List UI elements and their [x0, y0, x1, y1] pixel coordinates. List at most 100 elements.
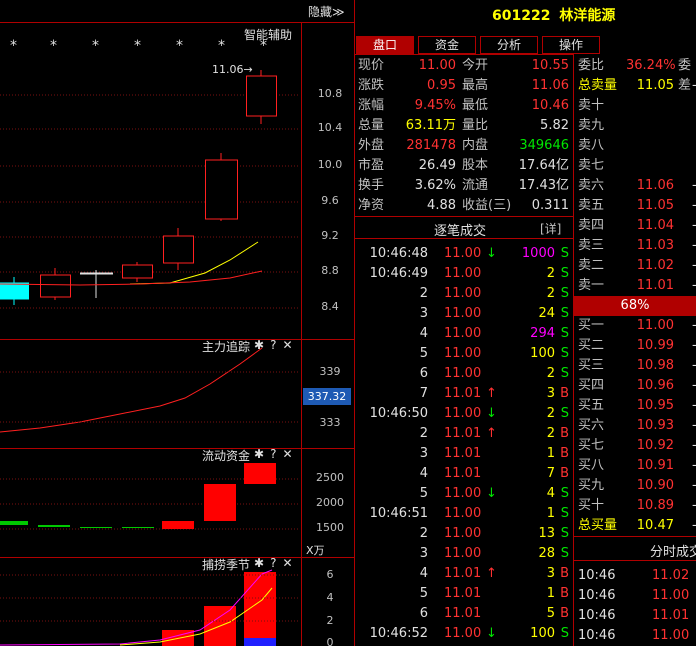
sell-level-row[interactable]: 卖三 11.03 - — [574, 236, 696, 256]
quote-row: 外盘 281478 内盘 349646 — [354, 136, 573, 156]
quote-value: 11.00 — [418, 58, 456, 73]
quote-value: 4.88 — [427, 198, 456, 213]
sell-level-row[interactable]: 卖二 11.02 - — [574, 256, 696, 276]
orderbook-label: 卖八 — [578, 138, 605, 153]
trade-side: S — [560, 346, 569, 361]
minute-price: 11.00 — [652, 628, 690, 643]
trade-time: 3 — [419, 446, 428, 461]
sell-level-row[interactable]: 卖一 11.01 - — [574, 276, 696, 296]
trade-time: 6 — [419, 606, 428, 621]
sell-level-row[interactable]: 卖四 11.04 - — [574, 216, 696, 236]
main-force-chart[interactable] — [0, 340, 302, 448]
trade-price: 11.00 — [444, 546, 482, 561]
trade-price: 11.00 — [444, 486, 482, 501]
minute-price: 11.02 — [652, 568, 690, 583]
buy-level-row[interactable]: 买五 10.95 - — [574, 396, 696, 416]
stock-code: 601222 — [492, 8, 551, 24]
trade-row: 4 11.00 294 S — [354, 324, 573, 344]
quote-value: 26.49 — [418, 158, 456, 173]
tick-label: 1500 — [316, 521, 344, 534]
quote-value: 349646 — [519, 138, 569, 153]
trade-time: 5 — [419, 586, 428, 601]
weibi-field: 委比 — [578, 58, 605, 73]
trades-detail-link[interactable]: [详] — [540, 220, 561, 237]
sell-level-row[interactable]: 卖五 11.05 - — [574, 196, 696, 216]
minute-time: 10:46 — [578, 628, 616, 643]
minute-trades-list[interactable]: 10:46 11.02 10:46 11.00 10:46 11.01 10:46 11.00 — [574, 566, 696, 646]
orderbook-price: 11.01 — [636, 278, 674, 293]
buy-level-row[interactable]: 买八 10.91 - — [574, 456, 696, 476]
trades-list[interactable]: 10:46:48 11.00 ↓ 1000 S 10:46:49 11.00 2 S 2 11.00… — [354, 244, 573, 646]
candle[interactable] — [80, 272, 113, 275]
candle[interactable] — [40, 274, 71, 298]
fishing-season-chart[interactable] — [0, 558, 302, 646]
sell-level-row[interactable]: 卖七 - — [574, 156, 696, 176]
orderbook-label: 卖四 — [578, 218, 605, 233]
total-sell-row[interactable]: 总卖量 11.05 - — [574, 76, 696, 96]
divider — [354, 238, 574, 239]
trade-price: 11.01 — [444, 566, 482, 581]
candle[interactable] — [122, 264, 153, 279]
buy-level-row[interactable]: 买四 10.96 - — [574, 376, 696, 396]
candle[interactable] — [0, 282, 29, 300]
buy-level-row[interactable]: 买一 11.00 - — [574, 316, 696, 336]
orderbook-price: 10.93 — [636, 418, 674, 433]
buy-level-row[interactable]: 买三 10.98 - — [574, 356, 696, 376]
trade-row: 3 11.00 28 S — [354, 544, 573, 564]
quote-value: 17.43亿 — [518, 178, 569, 193]
orderbook-price: - — [682, 156, 696, 176]
volume-placeholder: - — [692, 256, 696, 276]
quote-label: 换手 — [358, 178, 385, 193]
buy-level-row[interactable]: 买七 10.92 - — [574, 436, 696, 456]
orderbook-price: 10.98 — [636, 358, 674, 373]
tab-funds[interactable]: 资金 — [418, 36, 476, 54]
stock-header: 601222 林洋能源 — [492, 5, 615, 25]
candle[interactable] — [246, 75, 277, 117]
sell-level-row[interactable]: 卖九 - — [574, 116, 696, 136]
sell-level-row[interactable]: 卖十 - — [574, 96, 696, 116]
buy-level-row[interactable]: 买二 10.99 - — [574, 336, 696, 356]
tab-pankou[interactable]: 盘口 — [356, 36, 414, 54]
trade-side: S — [560, 526, 569, 541]
trade-time: 7 — [419, 386, 428, 401]
trade-row: 2 11.00 2 S — [354, 284, 573, 304]
arrow-down-icon: ↓ — [486, 486, 497, 501]
orderbook-price: - — [682, 116, 696, 136]
trade-side: S — [560, 406, 569, 421]
trade-side: S — [560, 286, 569, 301]
quote-value: 17.64亿 — [518, 158, 569, 173]
orderbook-price: 10.91 — [636, 458, 674, 473]
total-buy-row[interactable]: 总买量 10.47 - — [574, 516, 696, 536]
unit-label: X万 — [306, 544, 325, 557]
trade-side: S — [560, 266, 569, 281]
sell-level-row[interactable]: 卖六 11.06 - — [574, 176, 696, 196]
trade-volume: 13 — [538, 526, 555, 541]
volume-placeholder: - — [692, 236, 696, 256]
trade-time: 2 — [419, 526, 428, 541]
buy-level-row[interactable]: 买六 10.93 - — [574, 416, 696, 436]
orderbook-price: 11.00 — [636, 318, 674, 333]
tab-analysis[interactable]: 分析 — [480, 36, 538, 54]
candle[interactable] — [163, 235, 194, 264]
candle[interactable] — [205, 159, 238, 220]
tick-label: 339 — [319, 365, 341, 378]
liquidity-chart[interactable] — [0, 449, 302, 557]
stock-name: 林洋能源 — [559, 8, 616, 24]
trade-side: B — [560, 446, 569, 461]
chart-pane[interactable]: 隐藏≫ 智能辅助 * * * * * * * 11.06→ 10.8 10.4 10.0 9.6 9… — [0, 0, 354, 646]
volume-placeholder: - — [692, 376, 696, 396]
max-price-marker: 11.06→ — [212, 63, 253, 76]
trade-row: 5 11.00 ↓ 4 S — [354, 484, 573, 504]
quote-label: 涨跌 — [358, 78, 385, 93]
buy-level-row[interactable]: 买九 10.90 - — [574, 476, 696, 496]
buy-level-row[interactable]: 买十 10.89 - — [574, 496, 696, 516]
candlestick-chart[interactable] — [0, 0, 354, 340]
quote-row: 净资 4.88 收益(三) 0.311 — [354, 196, 573, 216]
tab-operation[interactable]: 操作 — [542, 36, 600, 54]
orderbook-price: 11.02 — [636, 258, 674, 273]
quote-value: 10.46 — [531, 98, 569, 113]
sell-level-row[interactable]: 卖八 - — [574, 136, 696, 156]
price-tick: 8.4 — [321, 300, 339, 313]
trade-volume: 1000 — [521, 246, 555, 261]
trade-time: 10:46:52 — [369, 626, 428, 641]
